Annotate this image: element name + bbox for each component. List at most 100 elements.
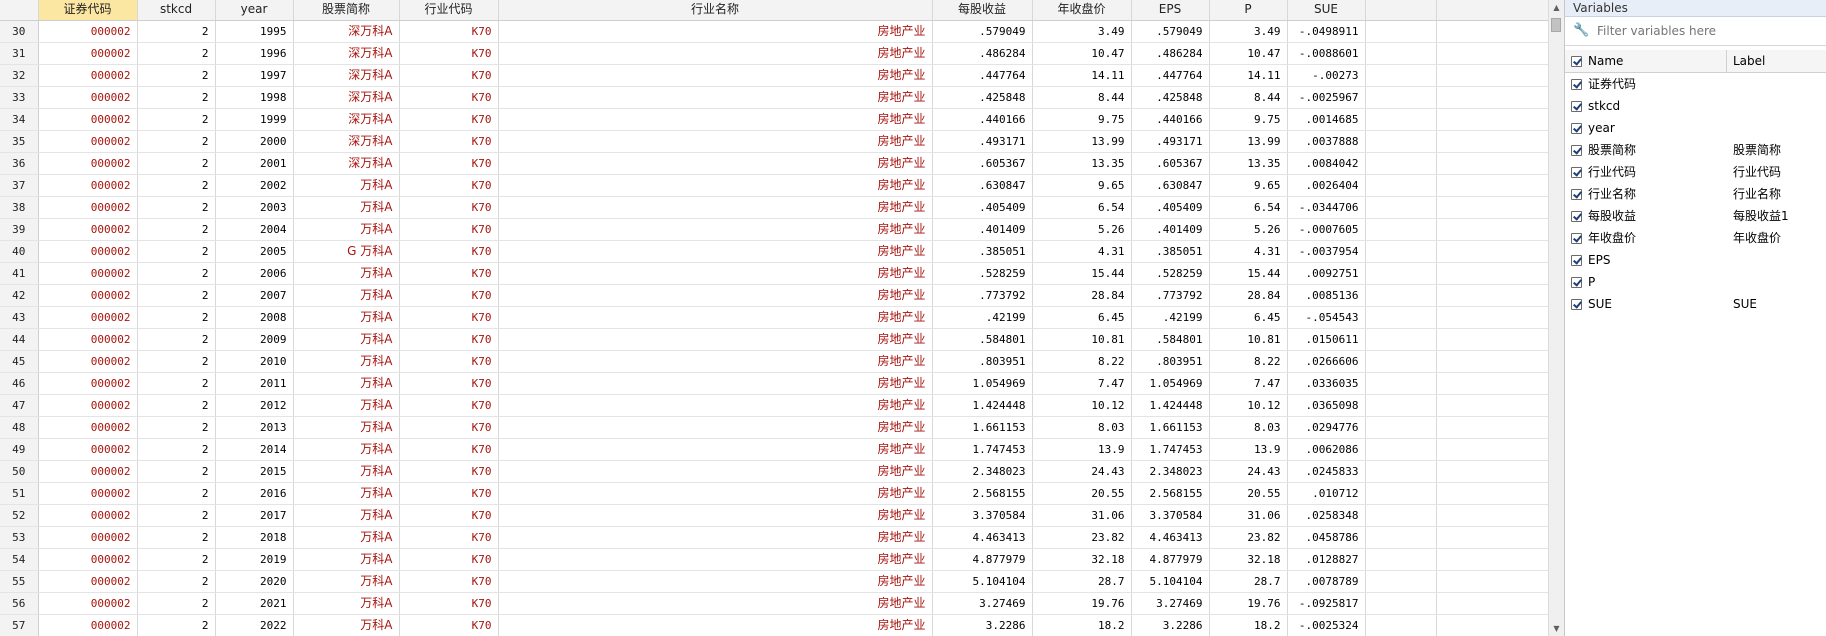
table-cell[interactable]: 4.463413 — [1131, 526, 1210, 549]
table-cell[interactable]: 2004 — [215, 218, 294, 241]
table-cell[interactable]: 000002 — [38, 86, 138, 109]
table-cell[interactable]: -.0925817 — [1287, 592, 1366, 615]
variable-visible-checkbox[interactable] — [1571, 122, 1582, 134]
table-cell[interactable]: K70 — [399, 460, 499, 483]
table-cell[interactable]: 000002 — [38, 174, 138, 197]
table-cell[interactable]: 万科A — [293, 284, 400, 307]
table-cell[interactable]: 10.81 — [1032, 328, 1132, 351]
table-cell[interactable]: 房地产业 — [498, 614, 933, 636]
table-cell[interactable]: 000002 — [38, 64, 138, 87]
variable-row[interactable]: EPS — [1565, 249, 1826, 271]
variable-row[interactable]: 行业名称 行业名称 — [1565, 183, 1826, 205]
table-cell[interactable]: 18.2 — [1032, 614, 1132, 636]
table-cell[interactable]: 000002 — [38, 262, 138, 285]
table-cell[interactable]: 2008 — [215, 306, 294, 329]
table-cell[interactable]: 28.84 — [1032, 284, 1132, 307]
table-cell[interactable]: .0014685 — [1287, 108, 1366, 131]
table-cell[interactable]: 18.2 — [1209, 614, 1288, 636]
table-cell[interactable]: 1998 — [215, 86, 294, 109]
variable-visible-checkbox[interactable] — [1571, 210, 1582, 222]
table-cell[interactable]: 深万科A — [293, 152, 400, 175]
row-number-header[interactable] — [0, 0, 39, 21]
table-cell[interactable]: 万科A — [293, 592, 400, 615]
table-cell[interactable]: 1.054969 — [1131, 372, 1210, 395]
table-cell[interactable]: 24.43 — [1032, 460, 1132, 483]
table-cell[interactable]: -.0025967 — [1287, 86, 1366, 109]
table-cell[interactable]: 2 — [137, 86, 216, 109]
table-cell[interactable]: 4.31 — [1209, 240, 1288, 263]
table-cell[interactable]: K70 — [399, 614, 499, 636]
table-cell[interactable]: 1.661153 — [932, 416, 1033, 439]
table-cell[interactable]: 2 — [137, 372, 216, 395]
table-cell[interactable]: 23.82 — [1209, 526, 1288, 549]
variable-visible-checkbox[interactable] — [1571, 100, 1582, 112]
table-cell[interactable]: .486284 — [1131, 42, 1210, 65]
column-header[interactable]: 证券代码 — [38, 0, 138, 21]
table-cell[interactable]: 19.76 — [1032, 592, 1132, 615]
table-cell[interactable]: .0078789 — [1287, 570, 1366, 593]
table-cell[interactable]: K70 — [399, 570, 499, 593]
table-cell[interactable]: K70 — [399, 328, 499, 351]
table-cell[interactable]: 2.348023 — [932, 460, 1033, 483]
table-cell[interactable]: 2 — [137, 42, 216, 65]
table-cell[interactable]: 000002 — [38, 42, 138, 65]
table-cell[interactable]: 房地产业 — [498, 548, 933, 571]
column-header[interactable]: 年收盘价 — [1032, 0, 1132, 21]
table-cell[interactable]: 2019 — [215, 548, 294, 571]
row-number[interactable]: 32 — [0, 64, 39, 87]
table-cell[interactable]: 2009 — [215, 328, 294, 351]
table-cell[interactable]: 1.424448 — [932, 394, 1033, 417]
variable-row[interactable]: P — [1565, 271, 1826, 293]
table-cell[interactable]: 房地产业 — [498, 570, 933, 593]
table-cell[interactable]: 000002 — [38, 240, 138, 263]
row-number[interactable]: 39 — [0, 218, 39, 241]
table-cell[interactable]: 000002 — [38, 482, 138, 505]
table-cell[interactable]: .447764 — [932, 64, 1033, 87]
table-cell[interactable]: 2 — [137, 438, 216, 461]
table-cell[interactable]: K70 — [399, 20, 499, 43]
table-cell[interactable]: 房地产业 — [498, 42, 933, 65]
table-cell[interactable]: 2 — [137, 394, 216, 417]
table-cell[interactable]: K70 — [399, 262, 499, 285]
table-cell[interactable]: .0085136 — [1287, 284, 1366, 307]
table-cell[interactable]: -.0088601 — [1287, 42, 1366, 65]
table-cell[interactable]: .803951 — [932, 350, 1033, 373]
table-cell[interactable]: .630847 — [932, 174, 1033, 197]
table-cell[interactable]: 3.27469 — [1131, 592, 1210, 615]
table-cell[interactable]: 房地产业 — [498, 174, 933, 197]
table-cell[interactable]: K70 — [399, 438, 499, 461]
table-cell[interactable]: 13.35 — [1209, 152, 1288, 175]
row-number[interactable]: 47 — [0, 394, 39, 417]
row-number[interactable]: 49 — [0, 438, 39, 461]
table-cell[interactable]: K70 — [399, 372, 499, 395]
table-cell[interactable]: 000002 — [38, 108, 138, 131]
table-cell[interactable]: 2011 — [215, 372, 294, 395]
row-number[interactable]: 44 — [0, 328, 39, 351]
row-number[interactable]: 33 — [0, 86, 39, 109]
table-cell[interactable]: .0150611 — [1287, 328, 1366, 351]
table-cell[interactable]: 2017 — [215, 504, 294, 527]
table-cell[interactable]: 万科A — [293, 548, 400, 571]
table-cell[interactable]: 8.22 — [1032, 350, 1132, 373]
name-column-header[interactable]: Name — [1565, 50, 1727, 72]
table-cell[interactable]: 深万科A — [293, 42, 400, 65]
table-cell[interactable]: 万科A — [293, 196, 400, 219]
table-cell[interactable]: 9.65 — [1209, 174, 1288, 197]
label-column-header[interactable]: Label — [1727, 50, 1765, 72]
variable-row[interactable]: 行业代码 行业代码 — [1565, 161, 1826, 183]
table-cell[interactable]: K70 — [399, 350, 499, 373]
table-cell[interactable]: 3.49 — [1209, 20, 1288, 43]
table-cell[interactable]: 000002 — [38, 196, 138, 219]
table-cell[interactable]: 19.76 — [1209, 592, 1288, 615]
table-cell[interactable]: 2 — [137, 152, 216, 175]
table-cell[interactable]: 2 — [137, 284, 216, 307]
variable-row[interactable]: year — [1565, 117, 1826, 139]
table-cell[interactable]: 13.9 — [1209, 438, 1288, 461]
table-cell[interactable]: 房地产业 — [498, 592, 933, 615]
table-cell[interactable]: 13.9 — [1032, 438, 1132, 461]
table-cell[interactable]: K70 — [399, 394, 499, 417]
table-cell[interactable]: 000002 — [38, 284, 138, 307]
table-cell[interactable]: .773792 — [1131, 284, 1210, 307]
table-cell[interactable]: 15.44 — [1209, 262, 1288, 285]
table-cell[interactable]: 2 — [137, 416, 216, 439]
